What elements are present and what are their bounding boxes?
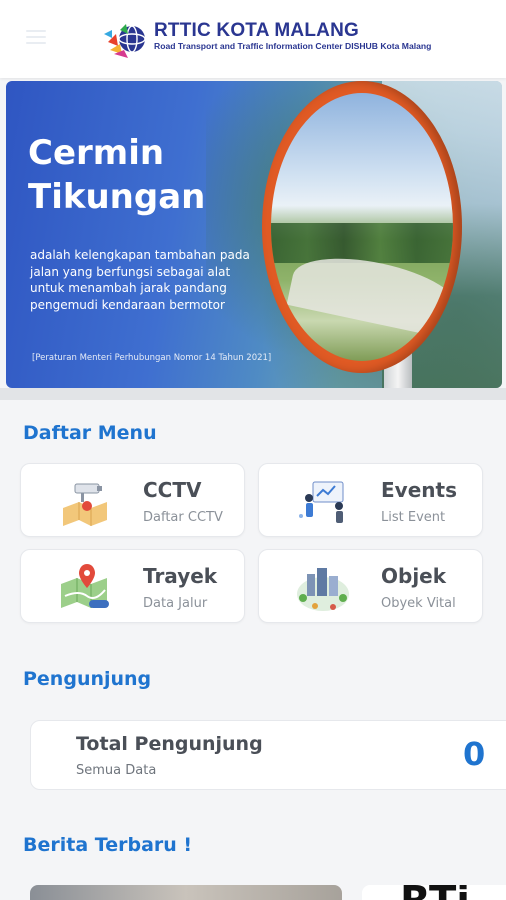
promo-banner[interactable]: Cermin Tikungan adalah kelengkapan tamba… (6, 81, 502, 388)
menu-card-subtitle: Daftar CCTV (143, 510, 223, 525)
menu-card-subtitle: Obyek Vital (381, 596, 456, 611)
menu-card-title: Trayek (143, 564, 218, 588)
hamburger-icon[interactable] (26, 30, 46, 44)
menu-section-title: Daftar Menu (23, 422, 157, 444)
rttic-logo-icon (104, 24, 146, 58)
menu-card-subtitle: Data Jalur (143, 596, 208, 611)
events-people-icon (299, 481, 344, 523)
news-section-title: Berita Terbaru ! (23, 834, 193, 856)
banner-reference: [Peraturan Menteri Perhubungan Nomor 14 … (32, 353, 272, 363)
menu-card-trayek[interactable]: Trayek Data Jalur (20, 549, 245, 623)
app-title: RTTIC KOTA MALANG (154, 20, 359, 41)
menu-card-title: CCTV (143, 478, 202, 502)
visitor-count-value: 0 (463, 735, 486, 773)
news-thumbnail[interactable]: RTi (362, 885, 506, 900)
news-thumbnail-text: RTi (400, 885, 470, 900)
visitors-section-title: Pengunjung (23, 668, 152, 690)
visitor-count-card: Total Pengunjung Semua Data 0 (30, 720, 506, 790)
app-subtitle: Road Transport and Traffic Information C… (154, 41, 432, 51)
visitor-card-subtitle: Semua Data (76, 763, 157, 778)
menu-card-title: Objek (381, 564, 447, 588)
menu-card-title: Events (381, 478, 457, 502)
visitor-card-title: Total Pengunjung (76, 733, 263, 755)
route-map-icon (61, 564, 109, 608)
menu-card-objek[interactable]: Objek Obyek Vital (258, 549, 483, 623)
banner-title-line2: Tikungan (28, 177, 206, 217)
cctv-map-icon (63, 483, 107, 526)
section-divider (0, 388, 506, 400)
banner-description: adalah kelengkapan tambahan pada jalan y… (30, 248, 250, 312)
menu-card-cctv[interactable]: CCTV Daftar CCTV (20, 463, 245, 537)
menu-card-subtitle: List Event (381, 510, 446, 525)
news-thumbnail[interactable] (30, 885, 342, 900)
city-object-icon (297, 568, 349, 611)
mirror-treeline (271, 223, 453, 263)
banner-title-line1: Cermin (28, 133, 165, 173)
banner-title: Cermin Tikungan (28, 131, 205, 219)
app-header: RTTIC KOTA MALANG Road Transport and Tra… (0, 0, 506, 78)
menu-card-events[interactable]: Events List Event (258, 463, 483, 537)
convex-mirror-glass (271, 93, 453, 361)
